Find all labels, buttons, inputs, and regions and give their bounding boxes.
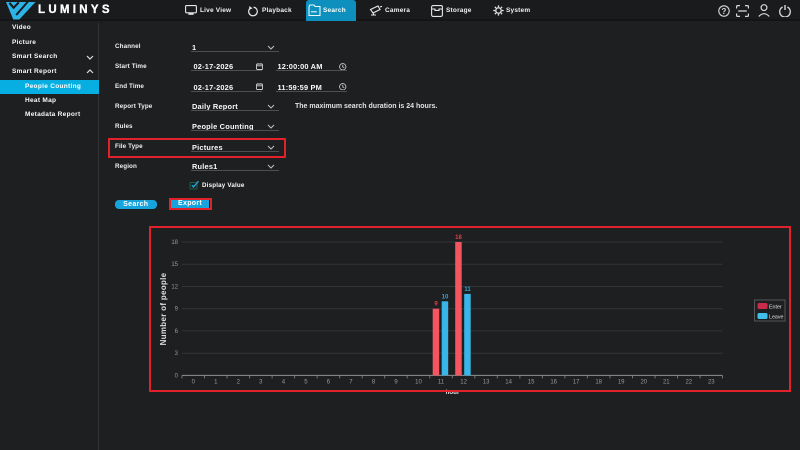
svg-text:?: ? — [722, 6, 727, 15]
